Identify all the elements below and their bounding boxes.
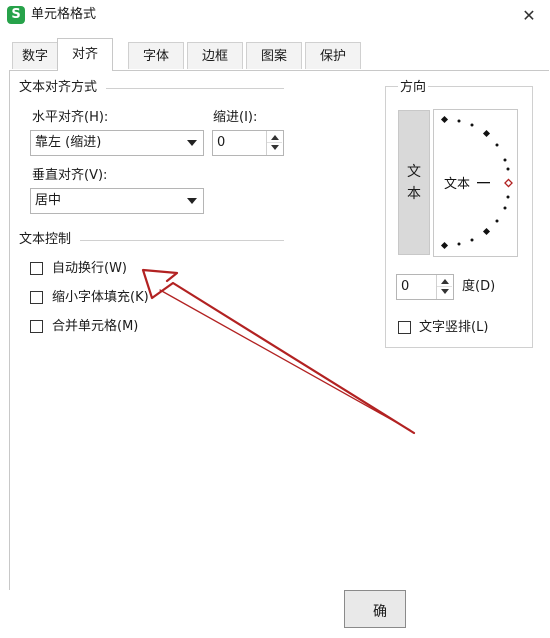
annotation-arrow-inner: [159, 289, 411, 431]
annotation-arrow: [141, 268, 416, 435]
tab-alignment[interactable]: 对齐: [57, 38, 113, 71]
annotation-arrow-outline: [141, 268, 416, 435]
